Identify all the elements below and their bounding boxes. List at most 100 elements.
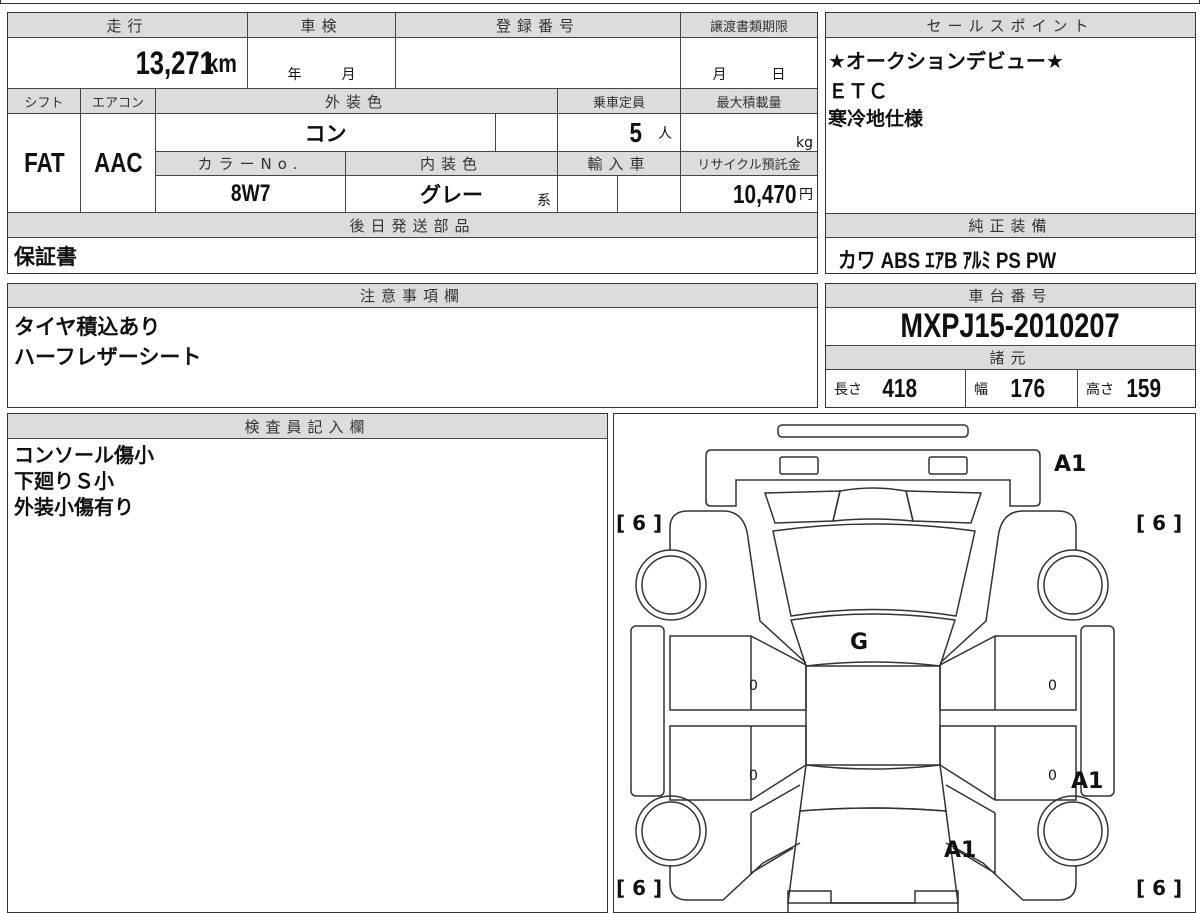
rear-left-door: [669, 725, 807, 801]
capacity-value: 5 人: [558, 114, 681, 152]
color-no-header: カラーNo.: [156, 152, 346, 176]
imported-value-a: [558, 176, 618, 213]
aircon-value: AAC: [81, 114, 156, 213]
note-line: タイヤ積込あり: [14, 315, 161, 339]
rear-right-door-count: 0: [1048, 768, 1057, 784]
aircon-text: AAC: [93, 147, 143, 178]
width-cell: 幅 176: [966, 370, 1078, 407]
tire-front-right: [ 6 ]: [1136, 511, 1183, 535]
front-bumper: [705, 449, 1041, 507]
car-diagram: [630, 424, 1115, 913]
rear-spoiler-bar: [777, 424, 969, 438]
notes-panel: 注意事項欄 タイヤ積込あり ハーフレザーシート: [7, 283, 818, 408]
notes-list: タイヤ積込あり ハーフレザーシート: [14, 312, 201, 372]
registration-header: 登録番号: [396, 13, 681, 38]
length-cell: 長さ 418: [826, 370, 966, 407]
spec-header: 諸元: [826, 346, 1195, 370]
chassis-panel: 車台番号 MXPJ15-2010207 諸元 長さ 418 幅 176 高さ 159: [825, 283, 1196, 408]
capacity-number: 5: [629, 116, 643, 148]
max-load-header: 最大積載量: [681, 89, 817, 114]
front-left-door-count: 0: [749, 678, 758, 694]
interior-color-text: グレー: [420, 183, 483, 207]
recycle-fee-unit: 円: [799, 187, 813, 203]
factory-equipment-value: カワ ABS ｴｱB ｱﾙﾐ PS PW: [838, 248, 1057, 273]
exterior-color-text: コン: [304, 121, 347, 146]
exterior-color-value: コン: [156, 114, 496, 152]
inspection-header: 車検: [248, 13, 396, 38]
inspection-value: 年 月: [248, 38, 396, 89]
capacity-header: 乗車定員: [558, 89, 681, 114]
color-no-value: 8W7: [156, 176, 346, 213]
fog-lamp-right: [928, 456, 968, 475]
inspector-line: コンソール傷小: [14, 443, 154, 467]
mileage-unit: km: [207, 47, 238, 78]
left-side-step: [630, 625, 665, 797]
shift-text: FAT: [23, 147, 65, 178]
later-parts-text: 保証書: [14, 244, 77, 269]
rear-right-wheel: [1037, 795, 1109, 867]
sales-point-line: ★オークションデビュー★: [828, 49, 1064, 73]
inspector-line: 下廻りＳ小: [14, 469, 114, 493]
transfer-deadline-value: 月 日: [681, 38, 817, 89]
inspector-panel: 検査員記入欄 コンソール傷小 下廻りＳ小 外装小傷有り: [7, 413, 608, 913]
front-left-wheel: [635, 549, 707, 621]
factory-equipment-header: 純正装備: [826, 213, 1195, 238]
day-label: 日: [771, 67, 786, 83]
grille: [832, 487, 914, 522]
sales-points-list: ★オークションデビュー★ ＥＴＣ 寒冷地仕様: [828, 45, 1064, 135]
chassis-number-text: MXPJ15-2010207: [900, 308, 1121, 345]
later-parts-value: 保証書: [8, 238, 817, 273]
mileage-header: 走行: [8, 13, 248, 38]
headlight-left: [763, 490, 841, 524]
note-line: ハーフレザーシート: [14, 345, 202, 369]
month-label: 月: [341, 67, 356, 83]
front-left-door: [669, 635, 807, 711]
interior-color-value: グレー 系: [346, 176, 558, 213]
height-value: 159: [1126, 373, 1162, 403]
height-label: 高さ: [1086, 381, 1114, 398]
hood: [772, 523, 976, 617]
inspector-header: 検査員記入欄: [8, 414, 607, 439]
headlight-right: [905, 490, 983, 524]
exterior-color-header: 外装色: [156, 89, 558, 114]
recycle-fee-header: リサイクル預託金: [681, 152, 817, 176]
vehicle-info-table: 走行 車検 登録番号 譲渡書類期限 13,271 km 年 月 月 日 シフト …: [7, 12, 818, 274]
windshield: [790, 613, 956, 667]
rear-right-door: [939, 725, 1077, 801]
chassis-header: 車台番号: [826, 284, 1195, 308]
capacity-unit: 人: [658, 125, 672, 142]
fog-lamp-left: [779, 456, 819, 475]
chassis-number: MXPJ15-2010207: [826, 308, 1195, 346]
rear-bumper: [787, 890, 959, 913]
color-no-text: 8W7: [230, 180, 271, 207]
rear-quarter-left: [750, 784, 801, 875]
shift-value: FAT: [8, 114, 81, 213]
mileage-value: 13,271 km: [8, 38, 248, 89]
front-bumper-mark: A1: [1054, 452, 1087, 477]
month-label: 月: [712, 67, 727, 83]
front-right-wheel: [1037, 549, 1109, 621]
tire-rear-right: [ 6 ]: [1136, 876, 1183, 900]
tire-rear-left: [ 6 ]: [616, 876, 663, 900]
front-right-door-count: 0: [1048, 678, 1057, 694]
width-label: 幅: [974, 381, 988, 398]
aircon-header: エアコン: [81, 89, 156, 114]
trunk-mark: A1: [944, 838, 977, 863]
exterior-color-extra: [496, 114, 558, 152]
notes-header: 注意事項欄: [8, 284, 817, 308]
mileage-number: 13,271: [135, 44, 214, 81]
inspector-notes: コンソール傷小 下廻りＳ小 外装小傷有り: [14, 442, 154, 520]
sales-point-line: 寒冷地仕様: [828, 108, 924, 130]
rear-right-door-mark: A1: [1071, 769, 1104, 794]
recycle-fee-value: 10,470 円: [681, 176, 817, 213]
later-parts-header: 後日発送部品: [8, 213, 817, 238]
roof: [805, 665, 941, 766]
front-right-fender: [939, 510, 1077, 664]
tire-front-left: [ 6 ]: [616, 511, 663, 535]
imported-value-b: [618, 176, 681, 213]
top-strip: [0, 0, 1200, 4]
trunk: [787, 807, 959, 904]
interior-color-header: 内装色: [346, 152, 558, 176]
sales-points-header: セールスポイント: [826, 13, 1195, 38]
year-label: 年: [287, 67, 302, 83]
